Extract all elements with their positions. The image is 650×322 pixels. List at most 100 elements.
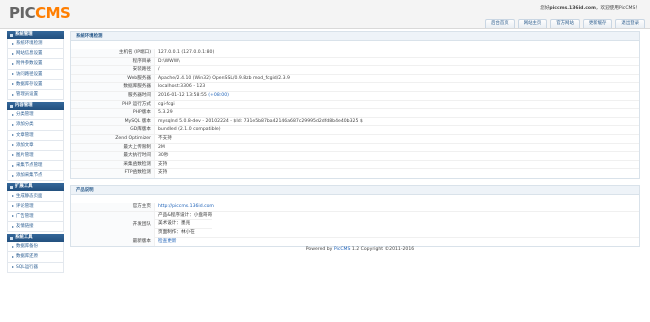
sidebar-item[interactable]: 评论管理 [7, 201, 64, 212]
sidebar-item-label: SQL运行器 [16, 264, 38, 270]
arrow-right-icon [12, 154, 14, 157]
tab-admin-home[interactable]: 后台首页 [485, 19, 515, 28]
row-label: 采集函数检测 [71, 160, 155, 169]
sidebar-item[interactable]: 访问路径设置 [7, 69, 64, 80]
footer-brand-link[interactable]: PicCMS [334, 247, 351, 252]
sidebar-item-label: 管理员设置 [16, 92, 38, 98]
arrow-right-icon [12, 144, 14, 147]
row-value: 2M [158, 144, 165, 150]
sidebar-item-label: 添加分类 [16, 122, 34, 128]
sidebar-group-tools: 系统工具 数据库备份 数据库还原 SQL运行器 [7, 234, 64, 273]
row-value: http://piccms.136id.com [155, 203, 214, 211]
row-value: 不支持 [158, 135, 172, 141]
arrow-right-icon [12, 205, 14, 208]
sidebar-item-label: 采集节点管理 [16, 163, 43, 169]
sidebar-item-label: 网站信息设置 [16, 51, 43, 57]
sidebar-item[interactable]: 数据库存设置 [7, 79, 64, 90]
sidebar-group-header[interactable]: 系统工具 [7, 234, 64, 243]
info-row: 服务器时间 2016-01-12 13:58:55 (+08:00) [71, 91, 639, 101]
info-row: GD库版本 bundled (2.1.0 compatible) [71, 126, 639, 135]
info-row: Web服务器 Apache/2.4.10 (Win32) OpenSSL/0.9.… [71, 74, 639, 84]
info-row: 最新版本 检查更新 [71, 237, 639, 247]
tab-site-home[interactable]: 网站主页 [517, 19, 548, 28]
row-label: MySQL 版本 [71, 117, 155, 126]
sidebar-item[interactable]: 采集节点管理 [7, 161, 64, 172]
row-value: 30秒 [158, 153, 169, 159]
sidebar-group-header[interactable]: 系统管理 [7, 31, 64, 39]
sidebar-item[interactable]: 添加分类 [7, 120, 64, 131]
arrow-right-icon [12, 225, 14, 228]
row-value: / [158, 67, 160, 73]
info-row: PHP版本 5.3.29 [71, 109, 639, 118]
row-value: Apache/2.4.10 (Win32) OpenSSL/0.9.8zb mo… [158, 75, 290, 81]
info-row: MySQL 版本 mysqlnd 5.0.8-dev - 20102224 - $… [71, 117, 639, 127]
row-label: Zend Optimizer [71, 134, 155, 143]
team-member: 产品&程序设计：小盘哥哥 [155, 212, 213, 221]
footer-prefix: Powered by [305, 247, 334, 252]
server-time: 2016-01-12 13:58:55 [158, 92, 207, 98]
row-label: 主机名 (IP端口) [71, 49, 155, 57]
panel-title: 产品说明 [71, 185, 639, 195]
sidebar-item[interactable]: 广告管理 [7, 211, 64, 222]
sidebar-item[interactable]: 添加文章 [7, 140, 64, 151]
arrow-right-icon [12, 113, 14, 116]
group-icon [10, 33, 13, 37]
sidebar-item[interactable]: 网站信息设置 [7, 49, 64, 60]
sidebar-item-label: 附件参数设置 [16, 61, 43, 67]
homepage-link[interactable]: http://piccms.136id.com [158, 204, 214, 209]
sidebar-item[interactable]: 附件参数设置 [7, 59, 64, 70]
panel-title: 系统环境检测 [71, 32, 639, 41]
tab-logout[interactable]: 退出登录 [615, 19, 645, 28]
row-label: 最新版本 [71, 237, 155, 247]
sidebar-item[interactable]: 图片管理 [7, 150, 64, 162]
timezone-link[interactable]: (+08:00) [208, 93, 229, 98]
sidebar-item-label: 评论管理 [16, 203, 34, 209]
arrow-right-icon [12, 62, 14, 65]
info-row: Zend Optimizer 不支持 [71, 134, 639, 144]
sidebar-group-header[interactable]: 内容管理 [7, 102, 64, 111]
panel-spacer [71, 41, 639, 49]
footer-suffix: 1.2 Copyright ©2011-2016 [350, 247, 415, 252]
row-label: 开发团队 [71, 211, 155, 238]
sidebar-item[interactable]: 友情链接 [7, 222, 64, 233]
info-row: 开发团队 产品&程序设计：小盘哥哥 美术设计：墨兆 页面制作：林小在 [71, 211, 639, 238]
sidebar-item[interactable]: 文章管理 [7, 130, 64, 141]
tab-update-cache[interactable]: 更新缓存 [582, 19, 613, 28]
sidebar-item[interactable]: 管理员设置 [7, 89, 64, 101]
sidebar-item-label: 数据库还原 [16, 254, 38, 260]
arrow-right-icon [12, 83, 14, 86]
piccms-logo[interactable]: PICCMS [9, 4, 71, 22]
group-title: 系统工具 [15, 235, 33, 241]
row-value: cgi-fcgi [158, 101, 175, 107]
arrow-right-icon [12, 42, 14, 45]
row-label: 官方主页 [71, 202, 155, 211]
sidebar-item[interactable]: 数据库还原 [7, 252, 64, 263]
team-list: 产品&程序设计：小盘哥哥 美术设计：墨兆 页面制作：林小在 [155, 212, 213, 237]
sidebar-item[interactable]: SQL运行器 [7, 262, 64, 273]
product-info-panel: 产品说明 官方主页 http://piccms.136id.com 开发团队 产品&… [70, 184, 640, 248]
sidebar-group-extensions: 扩展工具 生成静态页面 评论管理 广告管理 友情链接 [7, 183, 64, 233]
arrow-right-icon [12, 52, 14, 55]
check-update-link[interactable]: 检查更新 [158, 239, 176, 244]
sidebar-item[interactable]: 分类管理 [7, 110, 64, 121]
top-bar: PICCMS 您好piccms.136id.com，欢迎使用PicCMS！ 后台… [0, 0, 650, 29]
arrow-right-icon [12, 93, 14, 96]
sidebar-item-label: 广告管理 [16, 213, 34, 219]
panel-spacer [71, 195, 639, 203]
sidebar-item-label: 数据库存设置 [16, 81, 43, 87]
row-label: Web服务器 [71, 74, 155, 83]
row-value: 2016-01-12 13:58:55 (+08:00) [155, 92, 229, 100]
row-label: FTP函数检测 [71, 169, 155, 178]
info-row: PHP 运行方式 cgi-fcgi [71, 100, 639, 110]
row-label: PHP版本 [71, 109, 155, 117]
sidebar-item[interactable]: 系统环境检测 [7, 39, 64, 50]
row-value: 5.3.29 [158, 110, 173, 116]
tab-official-site[interactable]: 官方网站 [550, 19, 580, 28]
info-row: 安装路径 / [71, 66, 639, 75]
sidebar-item[interactable]: 生成静态页面 [7, 191, 64, 202]
sidebar-item[interactable]: 添加采集节点 [7, 171, 64, 182]
sidebar-group-header[interactable]: 扩展工具 [7, 183, 64, 192]
welcome-suffix: ，欢迎使用PicCMS！ [595, 6, 640, 11]
sidebar-item-label: 添加采集节点 [16, 173, 43, 179]
sidebar-item-label: 分类管理 [16, 112, 34, 118]
